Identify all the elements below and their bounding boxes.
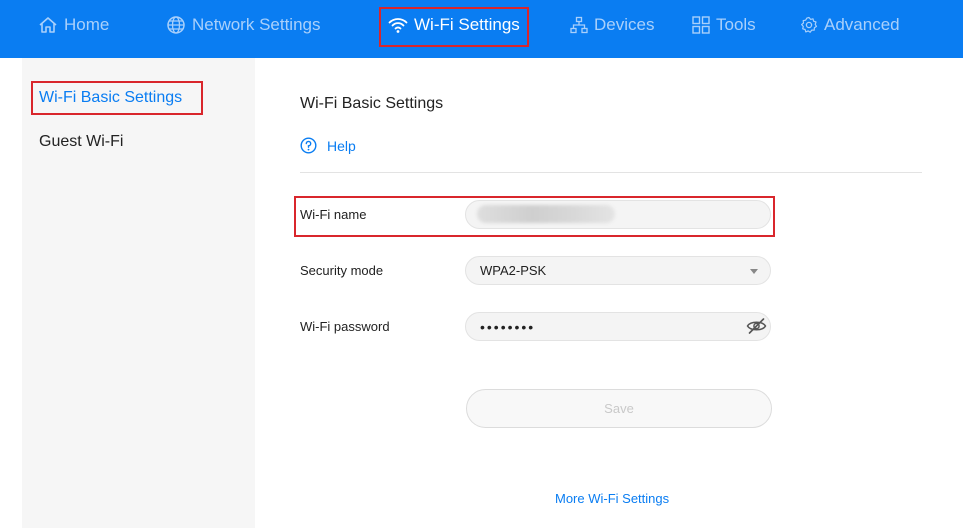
devices-icon xyxy=(570,16,588,34)
redacted-wifi-name xyxy=(477,205,615,223)
nav-network-label: Network Settings xyxy=(192,15,321,34)
security-mode-select[interactable]: WPA2-PSK xyxy=(465,256,771,285)
save-button[interactable]: Save xyxy=(466,389,772,428)
nav-home-label: Home xyxy=(64,15,110,34)
wifi-password-label: Wi-Fi password xyxy=(300,319,390,334)
nav-tools-label: Tools xyxy=(716,15,756,34)
divider xyxy=(300,172,922,173)
chevron-down-icon xyxy=(750,269,758,274)
globe-icon xyxy=(167,16,185,34)
more-wifi-settings-link[interactable]: More Wi-Fi Settings xyxy=(555,491,669,506)
eye-slash-icon[interactable] xyxy=(746,317,767,335)
page-title: Wi-Fi Basic Settings xyxy=(300,95,444,112)
nav-home[interactable]: Home xyxy=(38,0,109,50)
nav-advanced-label: Advanced xyxy=(824,15,900,34)
sidebar-item-wifi-basic-settings[interactable]: Wi-Fi Basic Settings xyxy=(39,89,182,107)
gear-icon xyxy=(801,16,818,33)
sidebar-item-guest-wifi[interactable]: Guest Wi-Fi xyxy=(39,133,123,151)
wifi-icon xyxy=(388,18,408,33)
nav-tools[interactable]: Tools xyxy=(692,0,756,50)
nav-wifi-settings[interactable]: Wi-Fi Settings xyxy=(388,0,520,50)
nav-network-settings[interactable]: Network Settings xyxy=(166,0,321,50)
nav-wifi-label: Wi-Fi Settings xyxy=(414,15,520,34)
help-label: Help xyxy=(327,137,356,154)
nav-advanced[interactable]: Advanced xyxy=(800,0,900,50)
nav-devices[interactable]: Devices xyxy=(570,0,654,50)
security-mode-label: Security mode xyxy=(300,263,384,278)
tools-icon xyxy=(692,16,710,34)
sidebar xyxy=(22,58,255,528)
wifi-password-input[interactable] xyxy=(465,312,771,341)
nav-devices-label: Devices xyxy=(594,15,655,34)
top-nav-bar: Home Network Settings Wi-Fi Settings Dev… xyxy=(0,0,963,58)
home-icon xyxy=(39,17,57,33)
wifi-name-label: Wi-Fi name xyxy=(300,207,367,222)
help-icon xyxy=(300,137,317,154)
security-mode-value: WPA2-PSK xyxy=(480,263,547,278)
help-link[interactable]: Help xyxy=(300,137,356,154)
